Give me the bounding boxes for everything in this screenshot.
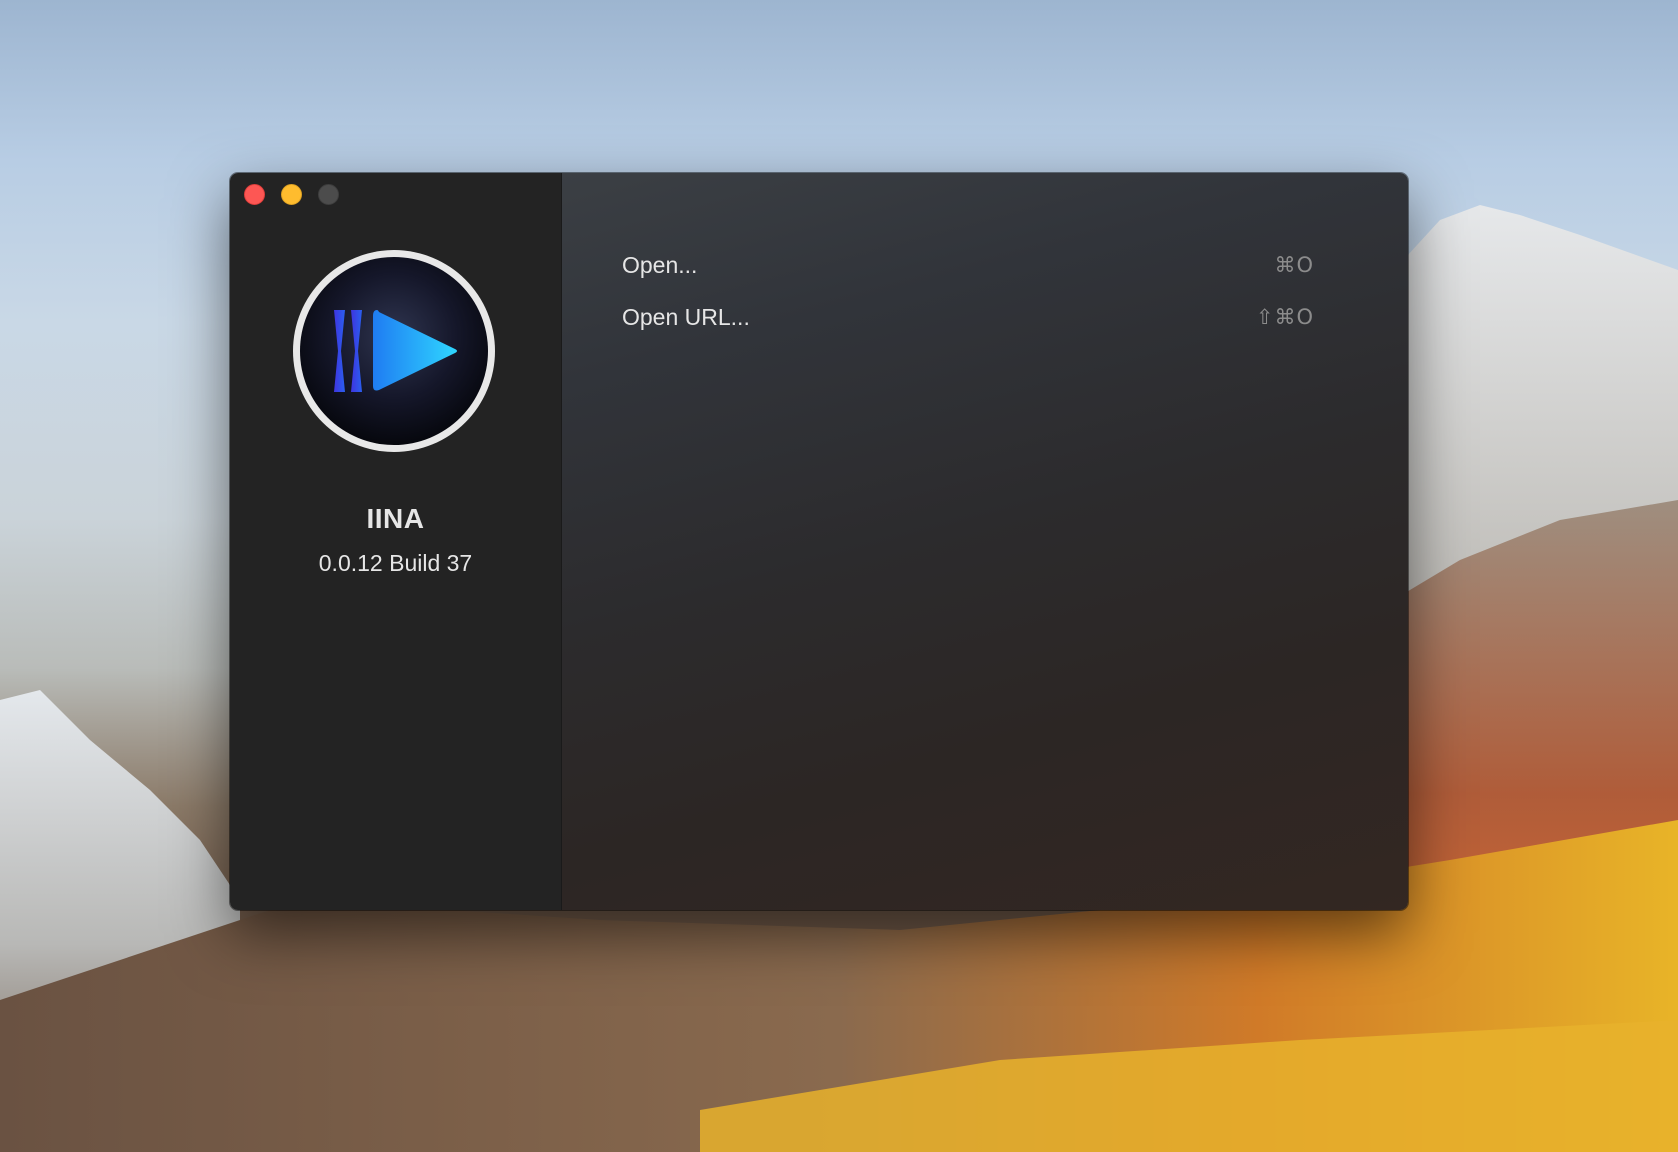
open-file-shortcut: ⌘O: [1274, 253, 1314, 277]
open-file-label: Open...: [622, 251, 698, 278]
app-name: IINA: [366, 503, 425, 534]
open-url-label: Open URL...: [622, 303, 750, 330]
iina-play-logo-icon: [293, 250, 495, 452]
zoom-window-button[interactable]: [318, 184, 339, 205]
open-file-item[interactable]: Open... ⌘O: [622, 239, 1314, 291]
desktop-wallpaper: IINA 0.0.12 Build 37 Open... ⌘O Open URL…: [0, 0, 1678, 1152]
window-controls: [244, 184, 339, 205]
main-panel: Open... ⌘O Open URL... ⇧⌘O: [562, 173, 1408, 910]
app-version: 0.0.12 Build 37: [318, 550, 473, 576]
open-url-shortcut: ⇧⌘O: [1255, 305, 1314, 329]
open-url-item[interactable]: Open URL... ⇧⌘O: [622, 291, 1314, 343]
minimize-window-button[interactable]: [281, 184, 302, 205]
sidebar: IINA 0.0.12 Build 37: [230, 173, 562, 910]
action-list: Open... ⌘O Open URL... ⇧⌘O: [622, 239, 1314, 343]
iina-welcome-window: IINA 0.0.12 Build 37 Open... ⌘O Open URL…: [230, 173, 1408, 910]
close-window-button[interactable]: [244, 184, 265, 205]
